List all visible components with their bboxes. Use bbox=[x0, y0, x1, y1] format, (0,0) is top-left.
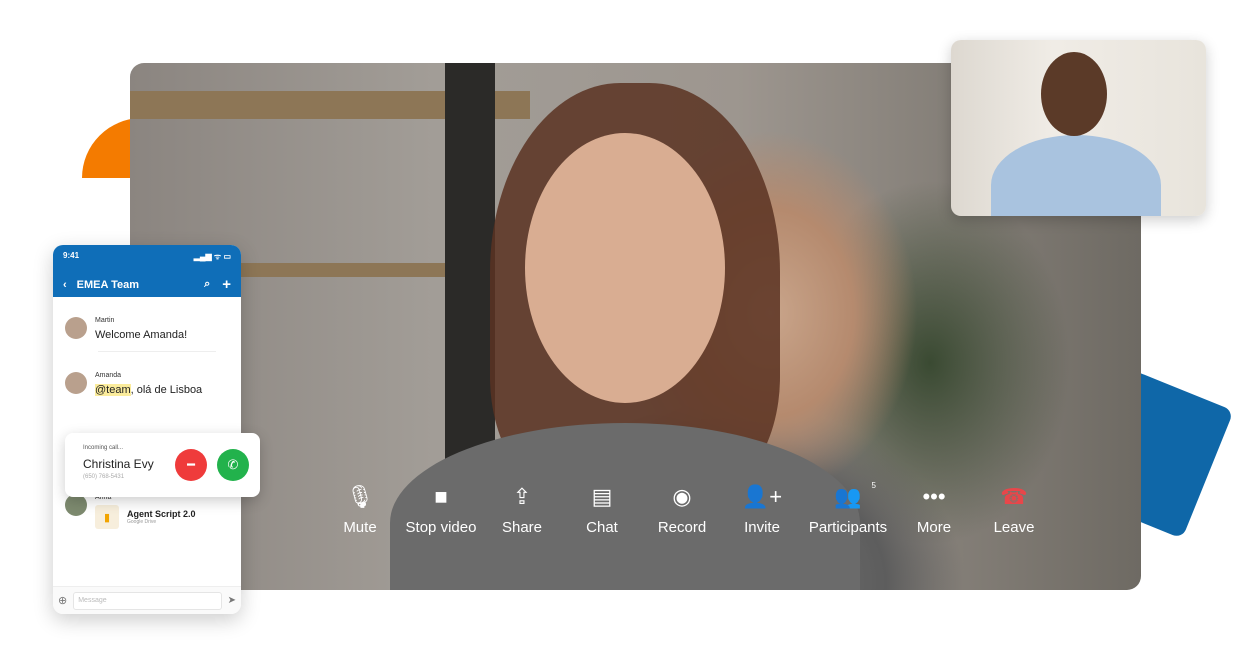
label: Stop video bbox=[405, 519, 477, 536]
mobile-chat-app: 9:41 ▂▄▆ ᯤ ▭ ‹ EMEA Team ⌕ + Martin Welcom… bbox=[53, 245, 241, 614]
chat-icon: ▤ bbox=[591, 484, 613, 509]
label: Mute bbox=[343, 519, 377, 536]
phone-icon: ✆ bbox=[227, 457, 239, 472]
call-controls: 🎙 Mute ■ Stop video ⇪ Share ▤ Chat ◉ Record 👤… bbox=[320, 481, 1054, 536]
add-attachment-icon[interactable]: ⊕ bbox=[58, 594, 67, 607]
call-label: Incoming call... bbox=[83, 445, 124, 451]
more-icon: ••• bbox=[922, 484, 946, 509]
status-time: 9:41 bbox=[63, 251, 80, 260]
search-icon[interactable]: ⌕ bbox=[204, 278, 210, 291]
label: Record bbox=[657, 519, 707, 536]
incoming-call-card: Incoming call... Christina Evy (650) 768… bbox=[65, 433, 260, 497]
label: Share bbox=[501, 519, 543, 536]
phone-header: 9:41 ▂▄▆ ᯤ ▭ ‹ EMEA Team ⌕ + bbox=[53, 245, 241, 297]
back-icon[interactable]: ‹ bbox=[63, 279, 67, 291]
list-item: Martin Welcome Amanda! bbox=[53, 317, 241, 341]
send-icon[interactable]: ➤ bbox=[228, 595, 236, 606]
chat-button[interactable]: ▤ Chat bbox=[562, 483, 642, 536]
message-text: Welcome Amanda! bbox=[95, 329, 188, 341]
message-text: , olá de Lisboa bbox=[130, 384, 203, 396]
decline-call-button[interactable]: ━ bbox=[175, 449, 207, 481]
file-title: Agent Script 2.0 bbox=[127, 509, 196, 519]
avatar bbox=[65, 494, 87, 516]
avatar bbox=[65, 372, 87, 394]
label: Participants bbox=[808, 519, 888, 536]
record-icon: ◉ bbox=[672, 484, 692, 509]
hang-up-icon: ☎ bbox=[1000, 484, 1028, 509]
sender-name: Martin bbox=[95, 317, 115, 324]
sender-name: Amanda bbox=[95, 372, 122, 379]
label: Invite bbox=[744, 519, 780, 536]
stop-video-button[interactable]: ■ Stop video bbox=[400, 483, 482, 536]
share-button[interactable]: ⇪ Share bbox=[482, 483, 562, 536]
record-button[interactable]: ◉ Record bbox=[642, 483, 722, 536]
label: Chat bbox=[586, 519, 618, 536]
channel-title: EMEA Team bbox=[76, 278, 140, 291]
list-item: Amanda @team, olá de Lisboa bbox=[53, 372, 241, 396]
share-screen-icon: ⇪ bbox=[512, 484, 532, 509]
file-source: Google Drive bbox=[127, 519, 157, 525]
slides-file-icon: ▮ bbox=[95, 505, 119, 529]
add-person-icon: 👤+ bbox=[741, 484, 783, 509]
participants-icon: 👥 bbox=[834, 484, 862, 509]
participants-count-badge: 5 bbox=[871, 481, 876, 490]
video-camera-icon: ■ bbox=[434, 484, 448, 509]
list-item: Anna ▮ Agent Script 2.0 Google Drive bbox=[53, 494, 241, 529]
label: More bbox=[916, 519, 952, 536]
mention[interactable]: @team bbox=[95, 384, 131, 396]
caller-number: (650) 768-5431 bbox=[83, 474, 125, 480]
label: Leave bbox=[993, 519, 1035, 536]
plus-icon[interactable]: + bbox=[222, 276, 231, 293]
participants-button[interactable]: 👥 5 Participants bbox=[802, 481, 894, 536]
more-button[interactable]: ••• More bbox=[894, 483, 974, 536]
invite-button[interactable]: 👤+ Invite bbox=[722, 483, 802, 536]
accept-call-button[interactable]: ✆ bbox=[217, 449, 249, 481]
microphone-icon: 🎙 bbox=[346, 484, 374, 509]
hang-up-icon: ━ bbox=[187, 457, 195, 472]
self-view-video[interactable] bbox=[951, 40, 1206, 216]
status-icons: ▂▄▆ ᯤ ▭ bbox=[193, 252, 231, 261]
mute-button[interactable]: 🎙 Mute bbox=[320, 483, 400, 536]
leave-button[interactable]: ☎ Leave bbox=[974, 483, 1054, 536]
avatar bbox=[65, 317, 87, 339]
file-attachment[interactable]: ▮ Agent Script 2.0 Google Drive bbox=[95, 505, 196, 529]
message-input[interactable]: Message bbox=[73, 591, 222, 610]
